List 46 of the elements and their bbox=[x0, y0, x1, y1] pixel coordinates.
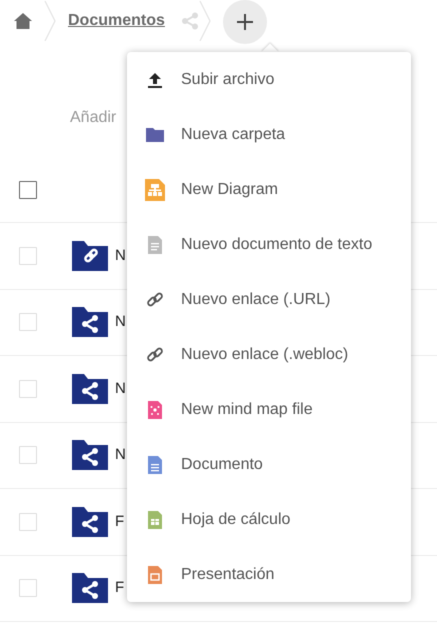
menu-item[interactable]: New Diagram bbox=[127, 162, 411, 217]
folder-icon bbox=[72, 506, 108, 537]
breadcrumb-link[interactable]: Documentos bbox=[68, 9, 165, 33]
file-name[interactable]: N bbox=[115, 244, 126, 267]
folder-icon bbox=[145, 128, 165, 142]
menu-item[interactable]: Subir archivo bbox=[127, 52, 411, 107]
file-name[interactable]: F bbox=[115, 510, 124, 533]
row-checkbox[interactable] bbox=[19, 246, 37, 265]
file-name[interactable]: N bbox=[115, 378, 126, 400]
menu-item[interactable]: Presentación bbox=[127, 547, 411, 602]
chevron-icon bbox=[198, 1, 211, 41]
menu-item[interactable]: Nuevo enlace (.URL) bbox=[127, 272, 411, 327]
menu-item[interactable]: Hoja de cálculo bbox=[127, 492, 411, 547]
document-icon bbox=[145, 456, 165, 474]
menu-item[interactable]: Nuevo enlace (.webloc) bbox=[127, 327, 411, 382]
menu-item[interactable]: New mind map file bbox=[127, 382, 411, 437]
folder-icon bbox=[72, 440, 108, 470]
presentation-icon bbox=[145, 566, 165, 584]
chevron-icon bbox=[44, 1, 56, 41]
folder-icon bbox=[72, 573, 108, 604]
plus-icon bbox=[236, 13, 254, 31]
file-name[interactable]: F bbox=[115, 577, 124, 600]
row-checkbox[interactable] bbox=[19, 380, 37, 398]
text-file-icon bbox=[145, 236, 165, 254]
home-icon[interactable] bbox=[14, 13, 32, 29]
new-button[interactable] bbox=[222, 0, 267, 44]
diagram-file-icon bbox=[145, 178, 165, 200]
row-checkbox[interactable] bbox=[19, 446, 37, 464]
link-icon bbox=[145, 290, 165, 308]
select-all-checkbox[interactable] bbox=[19, 180, 37, 198]
menu-item[interactable]: Nuevo documento de texto bbox=[127, 217, 411, 272]
spreadsheet-icon bbox=[145, 510, 165, 528]
menu-item[interactable]: Documento bbox=[127, 437, 411, 492]
mind-map-file-icon bbox=[145, 400, 165, 418]
row-checkbox[interactable] bbox=[19, 512, 37, 531]
row-checkbox[interactable] bbox=[19, 313, 37, 332]
upload-icon bbox=[145, 72, 165, 88]
hint-text: Añadir bbox=[70, 108, 116, 128]
menu-item[interactable]: Nueva carpeta bbox=[127, 107, 411, 162]
folder-icon bbox=[72, 374, 108, 404]
file-name[interactable]: N bbox=[115, 311, 126, 334]
link-icon bbox=[145, 346, 165, 364]
row-checkbox[interactable] bbox=[19, 579, 37, 598]
folder-icon bbox=[72, 240, 108, 271]
folder-icon bbox=[72, 307, 108, 338]
file-name[interactable]: N bbox=[115, 444, 126, 466]
